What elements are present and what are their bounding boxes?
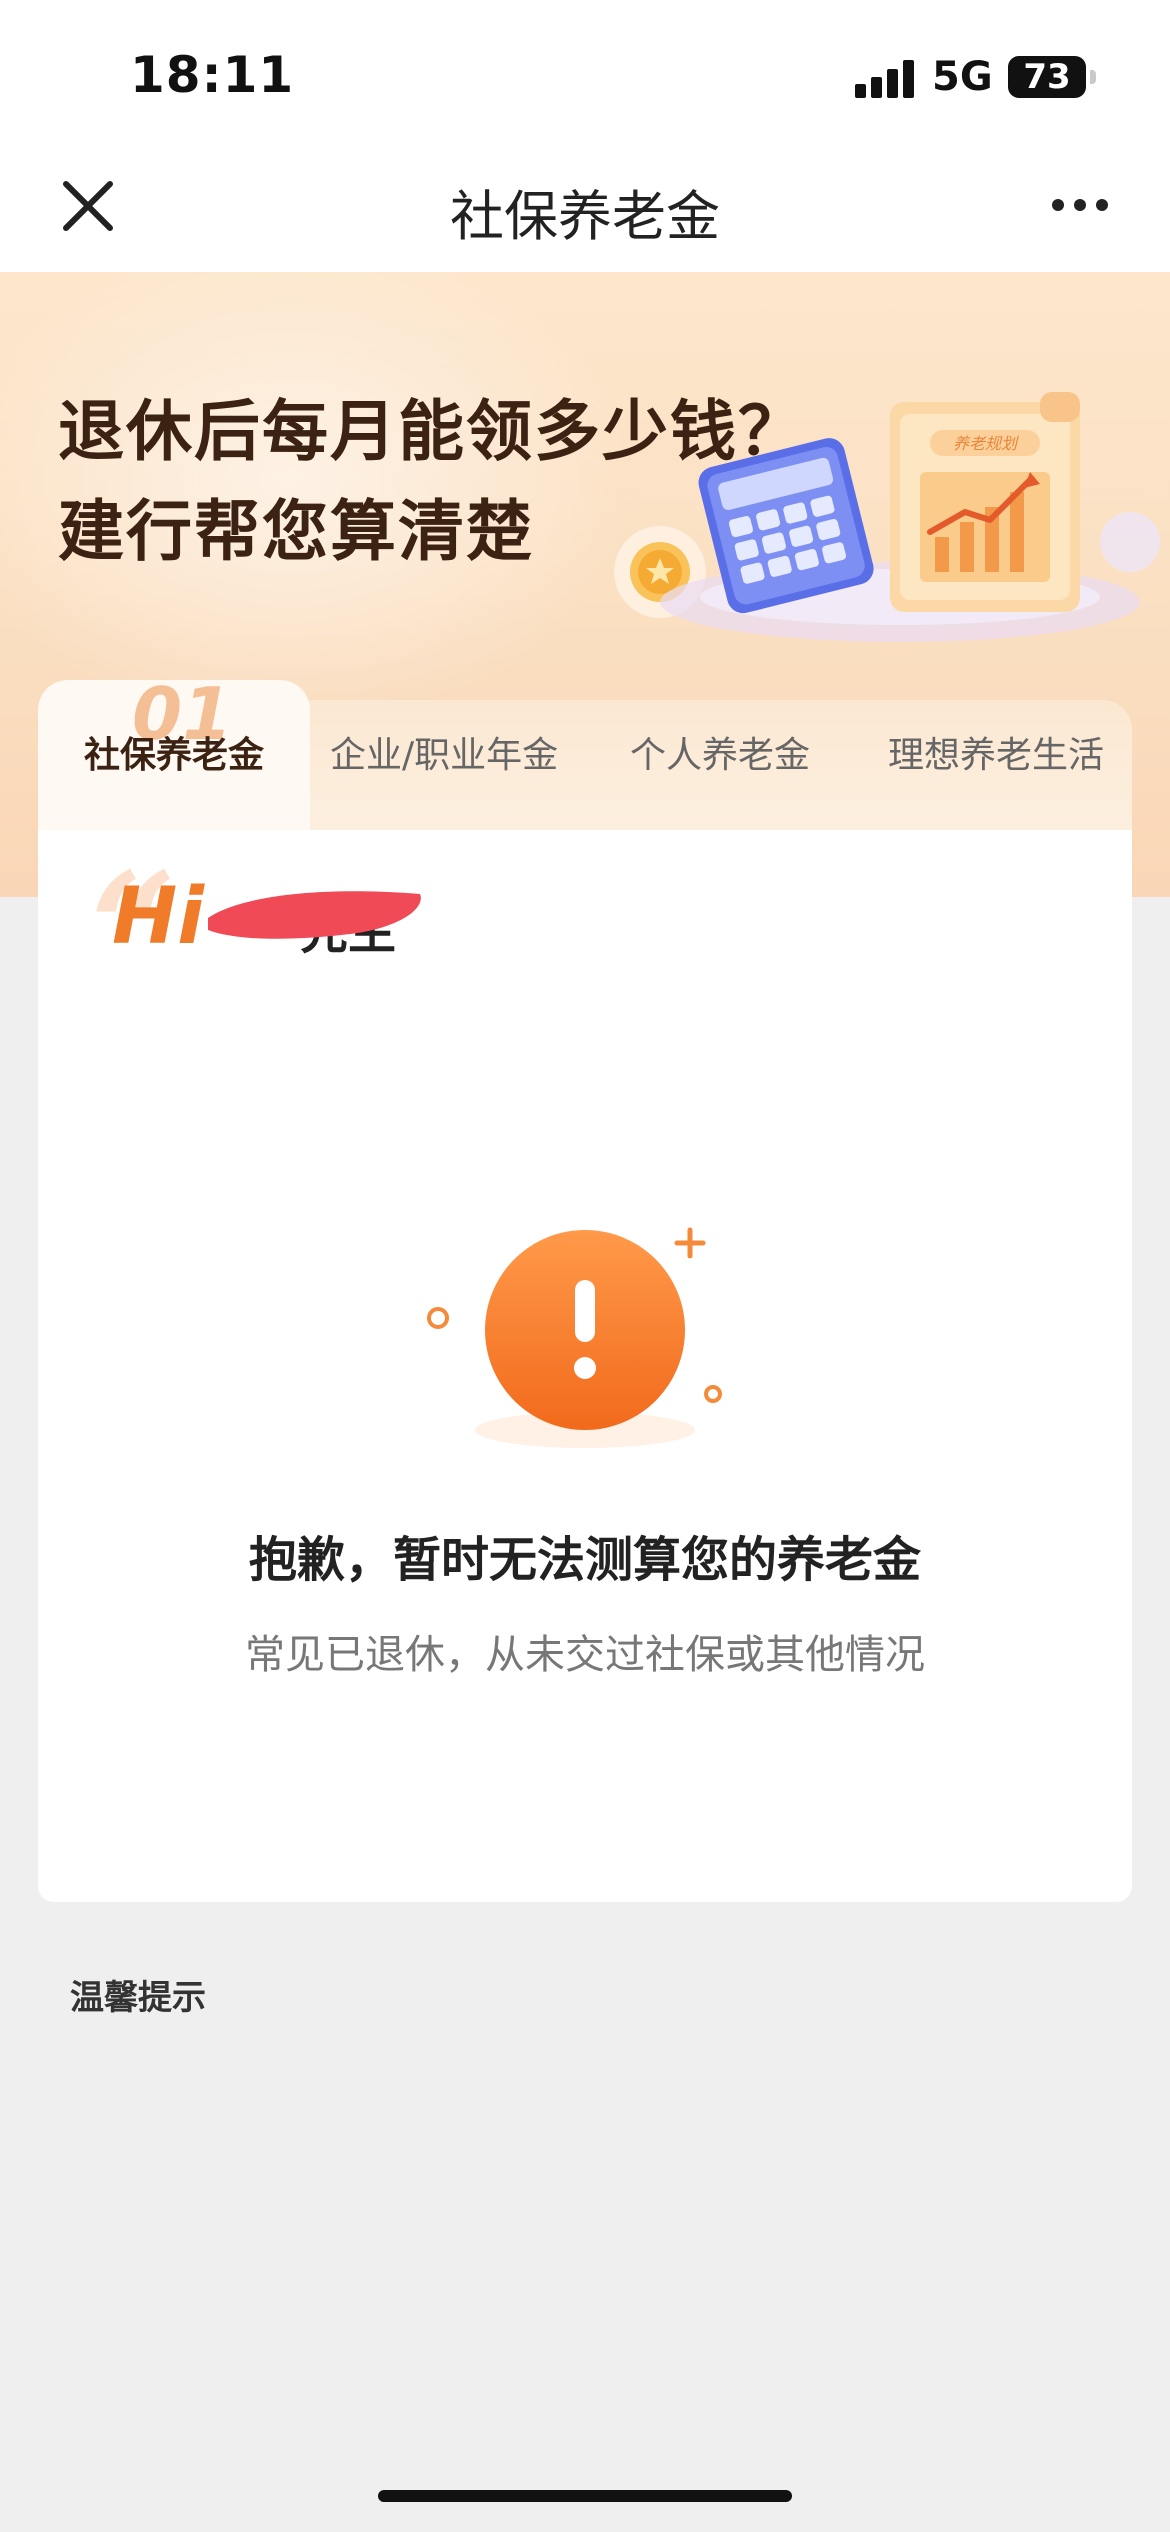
greeting-hi: Hi (112, 872, 205, 962)
error-title: 抱歉，暂时无法测算您的养老金 (248, 1532, 921, 1588)
tab-ideal-retirement[interactable]: 理想养老生活 (888, 726, 1104, 778)
warning-icon (427, 1227, 722, 1448)
battery-tip (1090, 70, 1096, 84)
more-icon[interactable] (1048, 190, 1112, 220)
network-type: 5G (932, 54, 993, 100)
tab-social-pension[interactable]: 社保养老金 (84, 726, 264, 778)
status-time: 18:11 (130, 46, 295, 104)
status-bar: 18:11 5G 73 (0, 0, 1170, 150)
signal-icon (855, 60, 917, 98)
redaction-mark (208, 891, 421, 939)
pension-planning-illustration: 养老规划 (660, 392, 1160, 642)
tab-personal-pension[interactable]: 个人养老金 (630, 726, 810, 778)
tab-enterprise-annuity[interactable]: 企业/职业年金 (330, 726, 558, 778)
tips-title: 温馨提示 (70, 1978, 206, 2018)
battery-icon: 73 (1008, 56, 1086, 98)
illustration-label: 养老规划 (953, 434, 1019, 453)
home-indicator[interactable] (378, 2490, 792, 2502)
page-title: 社保养老金 (450, 185, 720, 248)
error-description: 常见已退休，从未交过社保或其他情况 (245, 1632, 925, 1678)
nav-bar: 社保养老金 (0, 150, 1170, 272)
pension-page: 18:11 5G 73 社保养老金 退休后每月能领多少钱？ 建行帮您算清楚 养老… (0, 0, 1170, 2532)
